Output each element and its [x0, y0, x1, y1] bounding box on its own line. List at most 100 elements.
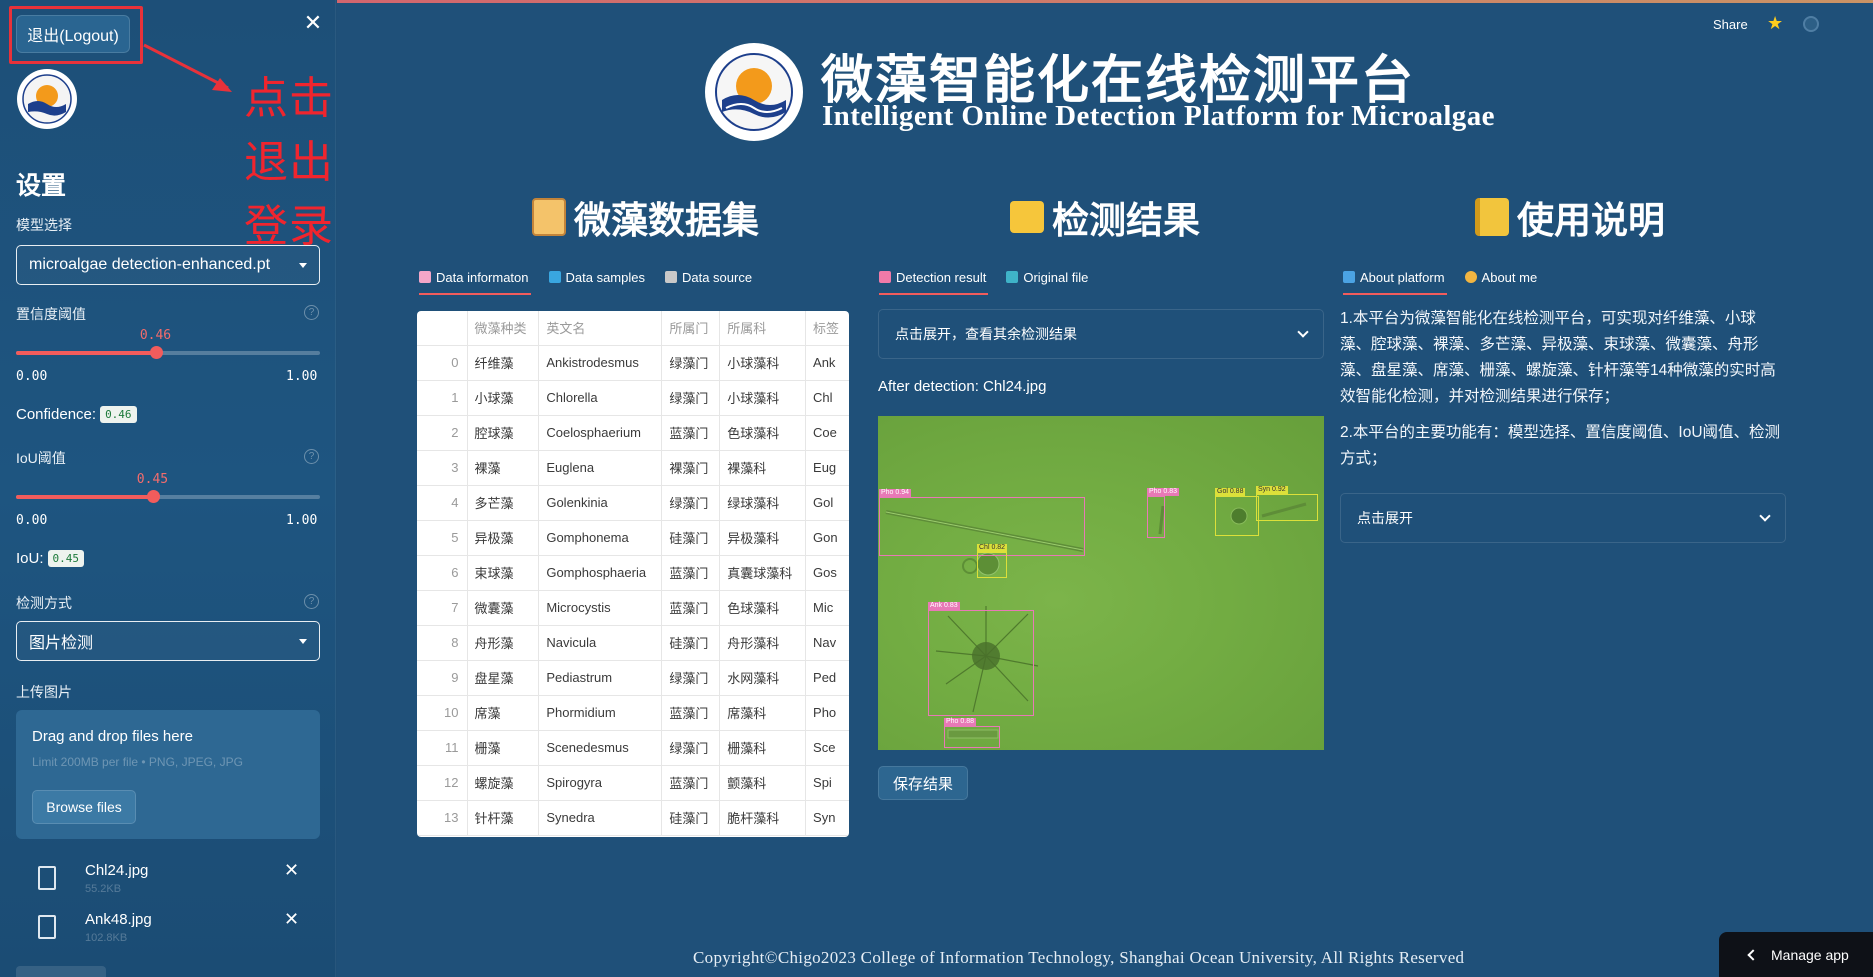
table-row[interactable]: 6 束球藻 Gomphosphaeria 蓝藻门 真囊球藻科 Gos: [417, 555, 849, 591]
uploaded-file-item: Ank48.jpg 102.8KB ✕: [16, 907, 320, 951]
table-row[interactable]: 1 小球藻 Chlorella 绿藻门 小球藻科 Chl: [417, 380, 849, 416]
table-cell: 脆杆藻科: [719, 800, 807, 836]
main-area: Share ★ 微藻智能化在线检测平台 Intelligent Online D…: [337, 0, 1873, 977]
model-select[interactable]: microalgae detection-enhanced.pt: [16, 245, 320, 285]
table-row[interactable]: 12 螺旋藻 Spirogyra 蓝藻门 颤藻科 Spi: [417, 765, 849, 801]
browse-files-button[interactable]: Browse files: [32, 790, 136, 824]
share-link[interactable]: Share: [1713, 17, 1748, 32]
tab-about-platform[interactable]: About platform: [1343, 262, 1447, 295]
tab-about-me[interactable]: About me: [1464, 262, 1540, 292]
table-cell: 绿球藻科: [719, 485, 807, 521]
tab-label: About me: [1481, 269, 1538, 285]
model-select-value: microalgae detection-enhanced.pt: [29, 256, 271, 273]
table-cell: 绿藻门: [661, 380, 721, 416]
notebook-icon: [1475, 198, 1509, 236]
table-cell: 腔球藻: [467, 415, 540, 451]
remove-file-icon[interactable]: ✕: [284, 860, 299, 881]
iou-slider-thumb[interactable]: [146, 490, 160, 503]
table-column-header[interactable]: [417, 311, 468, 346]
close-sidebar-icon[interactable]: ✕: [302, 12, 324, 34]
chevron-down-icon: [299, 638, 307, 644]
confidence-chip: 0.46: [100, 406, 137, 423]
dataset-table[interactable]: 微藻种类 英文名 所属门 所属科 标签 0 纤维藻 Ankistrodesmus 绿藻门 小球藻…: [417, 311, 849, 837]
chevron-down-icon: [1297, 326, 1309, 338]
tab-data-information[interactable]: Data informaton: [419, 262, 531, 295]
table-cell: 栅藻科: [719, 730, 807, 766]
table-cell: Ankistrodesmus: [538, 345, 663, 381]
table-column-header[interactable]: 所属门: [661, 311, 721, 346]
table-column-header[interactable]: 微藻种类: [467, 311, 540, 346]
save-results-button[interactable]: 保存结果: [878, 766, 968, 800]
star-icon[interactable]: ★: [1767, 13, 1783, 34]
table-row[interactable]: 10 席藻 Phormidium 蓝藻门 席藻科 Pho: [417, 695, 849, 731]
table-cell: Sce: [805, 730, 849, 766]
table-column-header[interactable]: 英文名: [538, 311, 663, 346]
table-row[interactable]: 5 异极藻 Gomphonema 硅藻门 异极藻科 Gon: [417, 520, 849, 556]
table-cell: 绿藻门: [661, 660, 721, 696]
tab-data-source[interactable]: Data source: [664, 262, 754, 292]
table-row[interactable]: 3 裸藻 Euglena 裸藻门 裸藻科 Eug: [417, 450, 849, 486]
file-dropzone[interactable]: Drag and drop files here Limit 200MB per…: [16, 710, 320, 839]
table-cell: 螺旋藻: [467, 765, 540, 801]
table-row[interactable]: 8 舟形藻 Navicula 硅藻门 舟形藻科 Nav: [417, 625, 849, 661]
remove-file-icon[interactable]: ✕: [284, 909, 299, 930]
dataset-title: 微藻数据集: [574, 200, 759, 241]
uploaded-file-item: Chl24.jpg 55.2KB ✕: [16, 858, 320, 902]
person-icon: [1464, 271, 1477, 283]
file-size: 55.2KB: [85, 883, 122, 895]
conf-slider[interactable]: [16, 346, 320, 359]
computer-icon: [1343, 271, 1355, 283]
annotation-text: 点击退出登录: [244, 73, 334, 252]
table-cell: 水网藻科: [719, 660, 807, 696]
sidebar: 退出(Logout) 点击退出登录 ✕ 设置 模型选择 microalgae d…: [0, 0, 336, 977]
table-cell: 小球藻科: [719, 345, 807, 381]
conf-max: 1.00: [286, 369, 318, 384]
conf-slider-thumb[interactable]: [149, 346, 163, 359]
about-expander[interactable]: 点击展开: [1340, 493, 1786, 543]
table-cell: 硅藻门: [661, 625, 721, 661]
after-detection-caption: After detection: Chl24.jpg: [878, 378, 1047, 395]
top-decoration-bar: [337, 0, 1873, 3]
file-box-icon: [1006, 271, 1019, 283]
table-row[interactable]: 11 栅藻 Scenedesmus 绿藻门 栅藻科 Sce: [417, 730, 849, 766]
detection-box-label: Gol 0.88: [1215, 488, 1246, 496]
table-row[interactable]: 4 多芒藻 Golenkinia 绿藻门 绿球藻科 Gol: [417, 485, 849, 521]
iou-slider[interactable]: [16, 490, 320, 503]
help-icon[interactable]: ?: [304, 449, 319, 464]
help-icon[interactable]: ?: [304, 594, 319, 609]
table-row[interactable]: 13 针杆藻 Synedra 硅藻门 脆杆藻科 Syn: [417, 800, 849, 836]
chevron-down-icon: [299, 262, 307, 268]
table-row[interactable]: 2 腔球藻 Coelosphaerium 蓝藻门 色球藻科 Coe: [417, 415, 849, 451]
table-cell: Golenkinia: [538, 485, 663, 521]
help-icon[interactable]: ?: [304, 305, 319, 320]
table-row[interactable]: 0 纤维藻 Ankistrodesmus 绿藻门 小球藻科 Ank: [417, 345, 849, 381]
sidebar-pagination-stub[interactable]: [16, 966, 106, 977]
conf-label: 置信度阈值: [16, 306, 86, 322]
table-cell: 蓝藻门: [661, 590, 721, 626]
row-index: 8: [417, 625, 468, 661]
detection-box-label: Pho 0.88: [944, 718, 977, 726]
table-row[interactable]: 7 微囊藻 Microcystis 蓝藻门 色球藻科 Mic: [417, 590, 849, 626]
results-expander[interactable]: 点击展开，查看其余检测结果: [878, 309, 1324, 359]
tab-detection-result[interactable]: Detection result: [879, 262, 989, 295]
table-cell: Chl: [805, 380, 849, 416]
iou-caption: IoU:: [16, 550, 44, 567]
row-index: 12: [417, 765, 468, 801]
dropzone-title: Drag and drop files here: [32, 728, 193, 745]
table-cell: 舟形藻科: [719, 625, 807, 661]
table-column-header[interactable]: 标签: [805, 311, 849, 346]
table-cell: 小球藻: [467, 380, 540, 416]
mode-select[interactable]: 图片检测: [16, 621, 320, 661]
expander-label: 点击展开: [1357, 510, 1413, 526]
table-cell: Pediastrum: [538, 660, 663, 696]
table-column-header[interactable]: 所属科: [719, 311, 807, 346]
tab-original-file[interactable]: Original file: [1006, 262, 1090, 292]
tab-data-samples[interactable]: Data samples: [548, 262, 647, 292]
iou-label: IoU阈值: [16, 450, 66, 466]
detection-box: Pho 0.88: [944, 718, 1000, 748]
github-icon[interactable]: [1803, 16, 1819, 32]
manage-app-button[interactable]: Manage app: [1719, 932, 1873, 977]
expander-label: 点击展开，查看其余检测结果: [895, 326, 1077, 342]
table-row[interactable]: 9 盘星藻 Pediastrum 绿藻门 水网藻科 Ped: [417, 660, 849, 696]
flask-icon: [664, 271, 677, 283]
